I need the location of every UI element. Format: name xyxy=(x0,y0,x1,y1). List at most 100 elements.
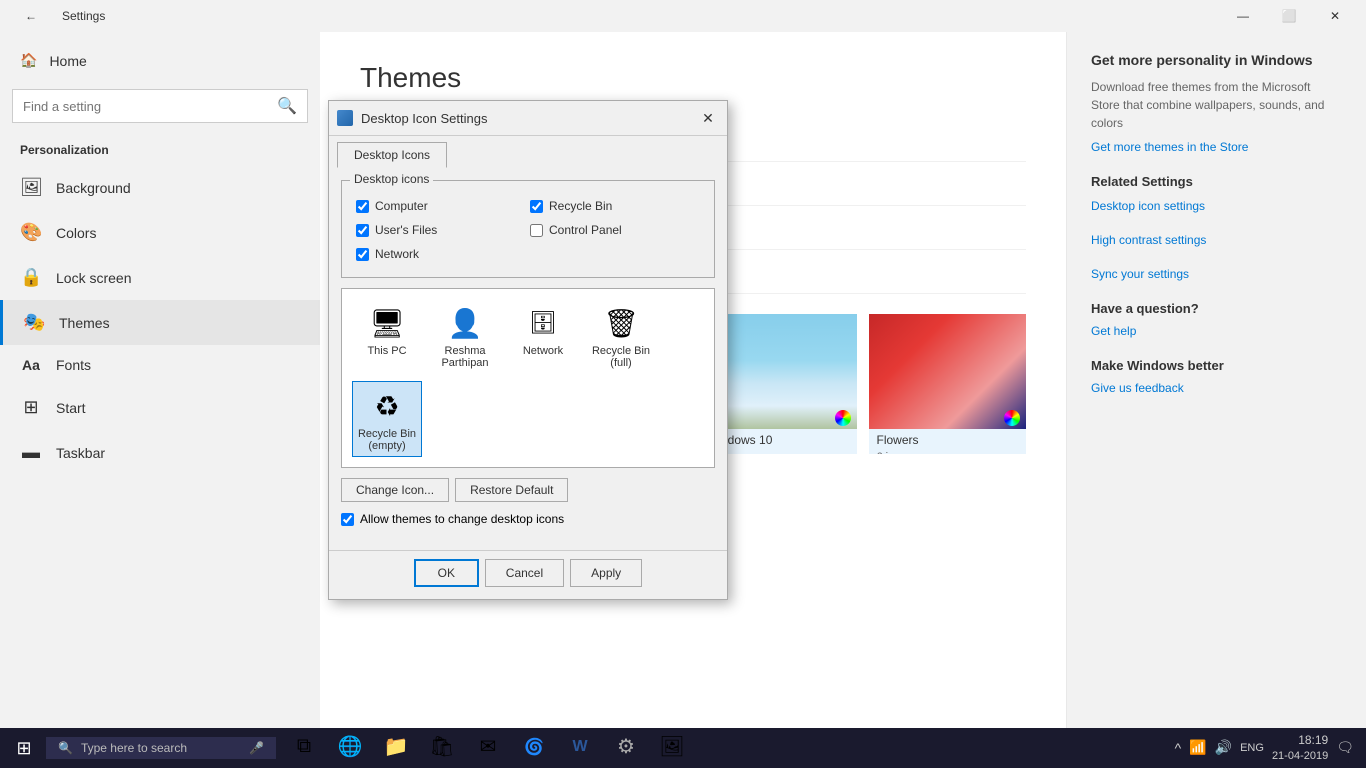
taskbar: ⊞ 🔍 Type here to search 🎤 ⧉ 🌐 📁 🛍 ✉ 🌀 W … xyxy=(0,728,1366,768)
title-bar-left: ← Settings xyxy=(8,0,105,32)
change-icon-button[interactable]: Change Icon... xyxy=(341,478,449,502)
taskbar-date-value: 21-04-2019 xyxy=(1272,749,1328,763)
dialog-tab-desktop-icons[interactable]: Desktop Icons xyxy=(337,142,447,168)
checkbox-control-panel-input[interactable] xyxy=(530,224,543,237)
related-link-sync[interactable]: Sync your settings xyxy=(1091,267,1342,281)
taskbar-app-store[interactable]: 🛍 xyxy=(420,728,464,768)
restore-default-button[interactable]: Restore Default xyxy=(455,478,568,502)
sidebar-item-home[interactable]: 🏠 Home xyxy=(0,40,320,81)
have-question-title: Have a question? xyxy=(1091,301,1342,316)
sidebar-item-themes[interactable]: 🎭 Themes xyxy=(0,300,320,345)
taskbar-app-task-view[interactable]: ⧉ xyxy=(282,728,326,768)
checkbox-computer-input[interactable] xyxy=(356,200,369,213)
icon-item-this-pc[interactable]: 🖥 This PC xyxy=(352,299,422,373)
sidebar-item-lock-screen[interactable]: 🔒 Lock screen xyxy=(0,255,320,300)
icon-preview-area: 🖥 This PC 👤 Reshma Parthipan 🗄 Network 🗑… xyxy=(341,288,715,468)
fonts-icon: Aa xyxy=(20,357,42,373)
taskbar-time-value: 18:19 xyxy=(1272,733,1328,749)
icon-item-recycle-full[interactable]: 🗑 Recycle Bin (full) xyxy=(586,299,656,373)
tray-volume-icon[interactable]: 🔊 xyxy=(1215,739,1232,756)
dialog-tabs: Desktop Icons xyxy=(329,136,727,168)
back-button[interactable]: ← xyxy=(8,0,54,32)
tray-wifi-icon[interactable]: 📶 xyxy=(1189,739,1206,756)
maximize-button[interactable]: ⬜ xyxy=(1266,0,1312,32)
checkbox-network-label: Network xyxy=(375,247,419,261)
related-link-high-contrast[interactable]: High contrast settings xyxy=(1091,233,1342,247)
recycle-full-icon: 🗑 xyxy=(601,303,641,343)
themes-icon: 🎭 xyxy=(23,312,45,333)
related-link-desktop-icon[interactable]: Desktop icon settings xyxy=(1091,199,1342,213)
checkbox-network-input[interactable] xyxy=(356,248,369,261)
icon-item-recycle-empty[interactable]: ♻ Recycle Bin (empty) xyxy=(352,381,422,457)
this-pc-icon: 🖥 xyxy=(367,303,407,343)
theme-thumb-flowers-label: Flowers xyxy=(869,429,1027,451)
tray-notification-icon[interactable]: 🗨 xyxy=(1336,739,1354,756)
feedback-link[interactable]: Give us feedback xyxy=(1091,381,1342,395)
promo-link[interactable]: Get more themes in the Store xyxy=(1091,140,1342,154)
checkbox-users-files: User's Files xyxy=(356,223,526,237)
search-input[interactable] xyxy=(23,99,269,114)
get-help-link[interactable]: Get help xyxy=(1091,324,1342,338)
close-button[interactable]: ✕ xyxy=(1312,0,1358,32)
colors-icon: 🎨 xyxy=(20,222,42,243)
taskbar-search-box[interactable]: 🔍 Type here to search 🎤 xyxy=(46,737,276,759)
start-button[interactable]: ⊞ xyxy=(4,728,44,768)
apply-button[interactable]: Apply xyxy=(570,559,642,587)
dialog-titlebar-left: Desktop Icon Settings xyxy=(337,110,487,126)
color-dot-windows10 xyxy=(835,410,851,426)
taskbar-app-word[interactable]: W xyxy=(558,728,602,768)
tray-lang[interactable]: ENG xyxy=(1240,742,1264,754)
taskbar-app-photos[interactable]: 🖼 xyxy=(650,728,694,768)
dialog-body: Desktop icons Computer Recycle Bin User'… xyxy=(329,168,727,550)
personalization-label: Personalization xyxy=(0,131,320,165)
ok-button[interactable]: OK xyxy=(414,559,479,587)
taskbar-app-chrome[interactable]: 🌀 xyxy=(512,728,556,768)
taskbar-app-edge[interactable]: 🌐 xyxy=(328,728,372,768)
taskbar-time[interactable]: 18:19 21-04-2019 xyxy=(1272,733,1328,763)
taskbar-mic-icon: 🎤 xyxy=(249,741,264,755)
promo-title: Get more personality in Windows xyxy=(1091,52,1342,68)
sidebar: 🏠 Home 🔍 Personalization 🖼 Background 🎨 … xyxy=(0,32,320,728)
title-bar-controls: — ⬜ ✕ xyxy=(1220,0,1358,32)
checkbox-control-panel-label: Control Panel xyxy=(549,223,622,237)
dialog-close-button[interactable]: ✕ xyxy=(697,107,719,129)
checkbox-computer-label: Computer xyxy=(375,199,428,213)
icon-action-buttons: Change Icon... Restore Default xyxy=(341,478,715,502)
page-title: Themes xyxy=(360,62,1026,94)
taskbar-tray: ^ 📶 🔊 ENG 18:19 21-04-2019 🗨 xyxy=(1167,733,1362,763)
sidebar-item-label: Taskbar xyxy=(56,445,105,461)
this-pc-label: This PC xyxy=(367,345,406,357)
checkbox-users-files-label: User's Files xyxy=(375,223,437,237)
theme-thumb-flowers[interactable]: Flowers 6 images xyxy=(869,314,1027,454)
cancel-button[interactable]: Cancel xyxy=(485,559,564,587)
taskbar-icon: ▬ xyxy=(20,442,42,463)
icon-item-reshma[interactable]: 👤 Reshma Parthipan xyxy=(430,299,500,373)
taskbar-app-mail[interactable]: ✉ xyxy=(466,728,510,768)
checkbox-recycle-bin-input[interactable] xyxy=(530,200,543,213)
allow-themes-checkbox[interactable] xyxy=(341,513,354,526)
desktop-icon-settings-dialog: Desktop Icon Settings ✕ Desktop Icons De… xyxy=(328,100,728,600)
minimize-button[interactable]: — xyxy=(1220,0,1266,32)
promo-desc: Download free themes from the Microsoft … xyxy=(1091,78,1342,132)
start-icon: ⊞ xyxy=(20,397,42,418)
taskbar-app-file-explorer[interactable]: 📁 xyxy=(374,728,418,768)
recycle-full-label: Recycle Bin (full) xyxy=(590,345,652,369)
reshma-label: Reshma Parthipan xyxy=(434,345,496,369)
sidebar-item-label: Background xyxy=(56,180,131,196)
checkbox-network: Network xyxy=(356,247,526,261)
sidebar-item-colors[interactable]: 🎨 Colors xyxy=(0,210,320,255)
taskbar-search-text: Type here to search xyxy=(81,741,187,755)
home-icon: 🏠 xyxy=(20,52,37,69)
tray-expand-icon[interactable]: ^ xyxy=(1175,740,1182,756)
icon-item-network[interactable]: 🗄 Network xyxy=(508,299,578,373)
sidebar-item-fonts[interactable]: Aa Fonts xyxy=(0,345,320,385)
checkbox-users-files-input[interactable] xyxy=(356,224,369,237)
taskbar-app-settings[interactable]: ⚙ xyxy=(604,728,648,768)
sidebar-item-taskbar[interactable]: ▬ Taskbar xyxy=(0,430,320,475)
checkboxes-grid: Computer Recycle Bin User's Files Contro… xyxy=(356,199,700,267)
checkbox-recycle-bin: Recycle Bin xyxy=(530,199,700,213)
sidebar-item-background[interactable]: 🖼 Background xyxy=(0,165,320,210)
sidebar-item-label: Fonts xyxy=(56,357,91,373)
color-dot-flowers xyxy=(1004,410,1020,426)
sidebar-item-start[interactable]: ⊞ Start xyxy=(0,385,320,430)
